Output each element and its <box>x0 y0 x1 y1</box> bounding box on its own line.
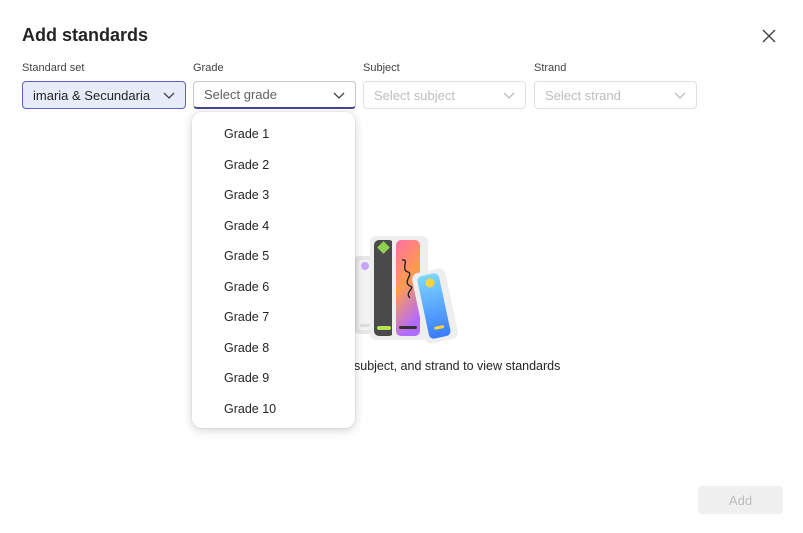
grade-option[interactable]: Grade 5 <box>192 241 355 272</box>
standard-set-value: imaria & Secundaria <box>33 87 151 103</box>
chevron-down-icon <box>674 92 686 99</box>
grade-option[interactable]: Grade 2 <box>192 150 355 181</box>
subject-select[interactable]: Select subject <box>363 81 526 109</box>
chevron-down-icon <box>503 92 515 99</box>
grade-option[interactable]: Grade 8 <box>192 333 355 364</box>
grade-option[interactable]: Grade 6 <box>192 272 355 303</box>
strand-select[interactable]: Select strand <box>534 81 697 109</box>
grade-placeholder: Select grade <box>204 87 277 102</box>
books-icon <box>354 236 458 344</box>
chevron-down-icon <box>333 92 345 99</box>
close-button[interactable] <box>756 24 782 48</box>
close-icon <box>762 29 776 43</box>
dialog-title: Add standards <box>22 25 149 45</box>
subject-label: Subject <box>363 62 400 74</box>
standard-set-select[interactable]: imaria & Secundaria <box>22 81 186 109</box>
grade-option[interactable]: Grade 10 <box>192 394 355 425</box>
grade-option[interactable]: Grade 9 <box>192 363 355 394</box>
grade-option[interactable]: Grade 3 <box>192 180 355 211</box>
grade-dropdown-list: Grade 1 Grade 2 Grade 3 Grade 4 Grade 5 … <box>192 112 355 428</box>
chevron-down-icon <box>163 92 175 99</box>
strand-placeholder: Select strand <box>545 87 621 103</box>
standard-set-label: Standard set <box>22 62 85 74</box>
grade-select[interactable]: Select grade <box>193 81 356 109</box>
empty-state-text: subject, and strand to view standards <box>354 359 561 373</box>
add-standards-dialog: Add standards Standard set Grade Subject… <box>0 0 803 533</box>
subject-placeholder: Select subject <box>374 87 455 103</box>
strand-label: Strand <box>534 62 567 74</box>
add-button[interactable]: Add <box>698 486 783 514</box>
grade-option[interactable]: Grade 7 <box>192 302 355 333</box>
grade-option[interactable]: Grade 1 <box>192 119 355 150</box>
grade-label: Grade <box>193 62 224 74</box>
grade-option[interactable]: Grade 4 <box>192 211 355 242</box>
